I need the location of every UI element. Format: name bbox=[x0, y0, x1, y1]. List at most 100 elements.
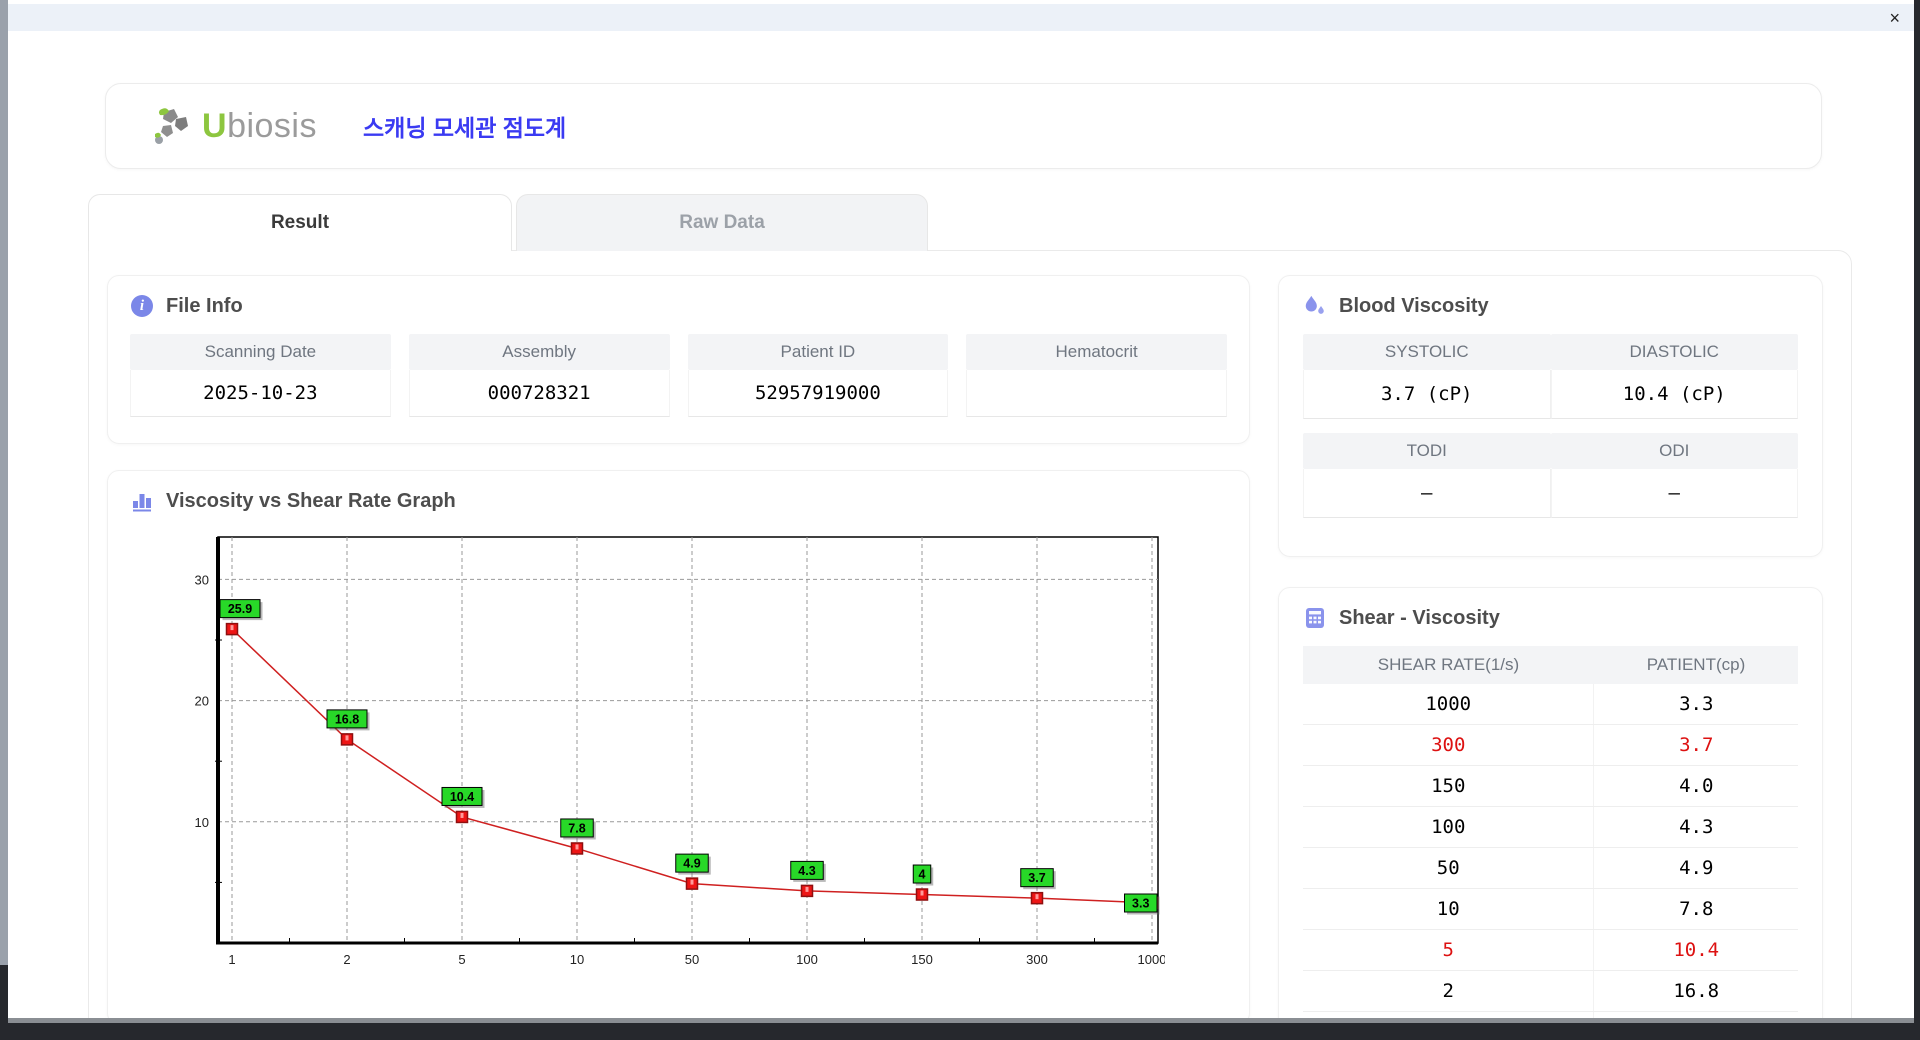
svg-text:10.4: 10.4 bbox=[450, 790, 474, 804]
shear-rate-cell: 5 bbox=[1303, 929, 1595, 971]
field-label: Scanning Date bbox=[130, 334, 391, 370]
svg-text:30: 30 bbox=[195, 572, 209, 587]
ubiosis-logo: Ubiosis bbox=[150, 104, 317, 148]
svg-text:4.9: 4.9 bbox=[683, 857, 700, 871]
calculator-icon bbox=[1303, 606, 1327, 630]
patient-cell: 3.3 bbox=[1593, 684, 1798, 725]
shear-viscosity-table: SHEAR RATE(1/s) PATIENT(cp) 1000 3.3 300… bbox=[1303, 646, 1798, 1018]
shear-rate-cell: 150 bbox=[1303, 765, 1595, 807]
svg-text:150: 150 bbox=[911, 952, 933, 967]
metric-value: – bbox=[1303, 469, 1551, 518]
shear-rate-cell: 300 bbox=[1303, 724, 1595, 766]
patient-cell: 10.4 bbox=[1593, 929, 1798, 971]
chart-svg: 10 20 30 1 2 5 10 50 100 150 300 1000 25.9 16.8 10.4 7.… bbox=[195, 536, 1166, 967]
logo-rest: biosis bbox=[227, 106, 317, 145]
svg-text:16.8: 16.8 bbox=[335, 712, 359, 726]
column-header-shear-rate: SHEAR RATE(1/s) bbox=[1303, 646, 1594, 684]
right-column: Blood Viscosity SYSTOLIC DIASTOLIC 3.7 (c… bbox=[1278, 275, 1823, 1018]
logo-letter-u: U bbox=[202, 106, 228, 145]
svg-text:4: 4 bbox=[919, 868, 926, 882]
patient-cell: 25.9 bbox=[1593, 1011, 1798, 1018]
ubiosis-logo-icon bbox=[150, 104, 194, 148]
file-info-grid: Scanning Date 2025-10-23 Assembly 000728… bbox=[130, 334, 1227, 417]
shear-rate-cell: 1 bbox=[1303, 1011, 1595, 1018]
file-info-field: Scanning Date 2025-10-23 bbox=[130, 334, 391, 417]
viscosity-graph-card: Viscosity vs Shear Rate Graph 10 20 30 1 2 5 1… bbox=[107, 470, 1250, 1018]
svg-text:2: 2 bbox=[343, 952, 350, 967]
svg-text:3.7: 3.7 bbox=[1028, 871, 1045, 885]
shear-rate-cell: 50 bbox=[1303, 847, 1595, 889]
metric-value: 3.7 (cP) bbox=[1303, 370, 1551, 419]
field-label: Hematocrit bbox=[966, 334, 1227, 370]
svg-text:1000: 1000 bbox=[1138, 952, 1165, 967]
field-value: 000728321 bbox=[408, 370, 670, 417]
table-row: 2 16.8 bbox=[1303, 970, 1798, 1012]
patient-cell: 16.8 bbox=[1593, 970, 1798, 1012]
logo-text: Ubiosis bbox=[202, 107, 317, 146]
shear-viscosity-card: Shear - Viscosity SHEAR RATE(1/s) PATIEN… bbox=[1278, 587, 1823, 1018]
field-label: Patient ID bbox=[687, 334, 949, 370]
table-row: 10 7.8 bbox=[1303, 888, 1798, 930]
file-info-field: Hematocrit bbox=[966, 334, 1227, 417]
table-row: 1000 3.3 bbox=[1303, 684, 1798, 725]
svg-text:20: 20 bbox=[195, 694, 209, 709]
file-info-field: Patient ID 52957919000 bbox=[687, 334, 949, 417]
metric-label: ODI bbox=[1550, 433, 1798, 469]
svg-text:5: 5 bbox=[458, 952, 465, 967]
header-card: Ubiosis 스캐닝 모세관 점도계 bbox=[105, 83, 1822, 169]
blood-viscosity-table: SYSTOLIC DIASTOLIC 3.7 (cP) 10.4 (cP) TODI… bbox=[1303, 334, 1798, 518]
shear-rate-cell: 10 bbox=[1303, 888, 1595, 930]
droplets-icon bbox=[1303, 294, 1327, 318]
metric-value: 10.4 (cP) bbox=[1550, 370, 1798, 419]
file-info-card: i File Info Scanning Date 2025-10-23 Ass… bbox=[107, 275, 1250, 444]
svg-text:300: 300 bbox=[1026, 952, 1048, 967]
desktop-edge bbox=[0, 0, 8, 965]
patient-cell: 4.9 bbox=[1593, 847, 1798, 889]
shear-viscosity-title: Shear - Viscosity bbox=[1339, 606, 1500, 629]
svg-text:100: 100 bbox=[796, 952, 818, 967]
shear-rate-cell: 2 bbox=[1303, 970, 1595, 1012]
file-info-field: Assembly 000728321 bbox=[408, 334, 670, 417]
blood-viscosity-card: Blood Viscosity SYSTOLIC DIASTOLIC 3.7 (c… bbox=[1278, 275, 1823, 557]
column-header-patient: PATIENT(cp) bbox=[1593, 646, 1798, 684]
shear-viscosity-tbody: 1000 3.3 300 3.7 150 4.0 100 4.3 50 4.9 … bbox=[1303, 684, 1798, 1018]
svg-text:1: 1 bbox=[228, 952, 235, 967]
field-value bbox=[966, 370, 1227, 417]
file-info-title: File Info bbox=[166, 294, 243, 317]
table-row: 300 3.7 bbox=[1303, 724, 1798, 766]
table-row: 150 4.0 bbox=[1303, 765, 1798, 807]
shear-rate-cell: 1000 bbox=[1303, 684, 1595, 725]
shear-rate-cell: 100 bbox=[1303, 806, 1595, 848]
svg-text:3.3: 3.3 bbox=[1132, 897, 1149, 911]
patient-cell: 4.0 bbox=[1593, 765, 1798, 807]
field-value: 2025-10-23 bbox=[130, 370, 391, 417]
field-label: Assembly bbox=[408, 334, 670, 370]
svg-text:4.3: 4.3 bbox=[798, 864, 815, 878]
patient-cell: 7.8 bbox=[1593, 888, 1798, 930]
tab-bar: Result Raw Data bbox=[88, 194, 1852, 251]
app-window: × Ubiosis 스캐닝 모세관 점도계 Result Raw Data i … bbox=[8, 0, 1914, 1023]
blood-viscosity-title: Blood Viscosity bbox=[1339, 294, 1489, 317]
graph-title: Viscosity vs Shear Rate Graph bbox=[166, 489, 456, 512]
patient-cell: 3.7 bbox=[1593, 724, 1798, 766]
blood-viscosity-section: TODI ODI – – bbox=[1303, 433, 1798, 518]
blood-viscosity-section: SYSTOLIC DIASTOLIC 3.7 (cP) 10.4 (cP) bbox=[1303, 334, 1798, 419]
tab-content: i File Info Scanning Date 2025-10-23 Ass… bbox=[88, 250, 1852, 1018]
left-column: i File Info Scanning Date 2025-10-23 Ass… bbox=[107, 275, 1250, 1018]
window-close-button[interactable]: × bbox=[1889, 9, 1900, 27]
viscosity-chart: 10 20 30 1 2 5 10 50 100 150 300 1000 25.9 16.8 10.4 7.… bbox=[160, 529, 1227, 1002]
field-value: 52957919000 bbox=[687, 370, 949, 417]
patient-cell: 4.3 bbox=[1593, 806, 1798, 848]
bar-chart-icon bbox=[130, 489, 154, 513]
svg-text:10: 10 bbox=[570, 952, 584, 967]
tab-result[interactable]: Result bbox=[88, 194, 512, 251]
window-titlebar: × bbox=[8, 4, 1914, 31]
tab-raw-data[interactable]: Raw Data bbox=[516, 194, 928, 251]
info-icon: i bbox=[130, 294, 154, 318]
svg-text:50: 50 bbox=[685, 952, 699, 967]
svg-text:25.9: 25.9 bbox=[228, 602, 252, 616]
metric-label: DIASTOLIC bbox=[1550, 334, 1798, 370]
page-title: 스캐닝 모세관 점도계 bbox=[363, 115, 567, 141]
table-row: 5 10.4 bbox=[1303, 929, 1798, 971]
metric-value: – bbox=[1550, 469, 1798, 518]
